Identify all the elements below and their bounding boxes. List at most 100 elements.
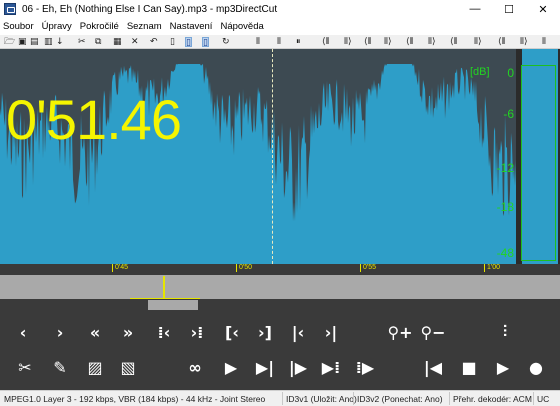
meter-scale-12: -12: [496, 161, 514, 175]
set-end-marker-button[interactable]: ›]: [254, 321, 276, 343]
delete-icon[interactable]: ✕: [131, 37, 139, 47]
marker-start-icon[interactable]: ⟨⦀: [406, 37, 413, 47]
menu-upravy[interactable]: Úpravy: [42, 21, 72, 32]
play-region-icon: ⁞▶: [355, 357, 375, 377]
marker-next-icon[interactable]: ⦀⟩: [384, 37, 391, 47]
forward-button[interactable]: »: [117, 321, 139, 343]
marker-extra-icon[interactable]: ⦀: [542, 37, 546, 47]
bracket-left-icon: [‹: [225, 322, 239, 342]
time-ruler: 0'45 0'50 0'55 1'00: [0, 264, 560, 275]
menu-soubor[interactable]: Soubor: [3, 21, 34, 32]
play-icon: ▶: [496, 357, 510, 377]
save-icon[interactable]: ▣: [18, 37, 27, 47]
waveform-view[interactable]: 0'51.46: [0, 49, 516, 264]
minimize-button[interactable]: —: [458, 0, 492, 18]
status-separator: [533, 392, 534, 405]
fade-out-button[interactable]: ▧: [117, 356, 139, 378]
edit-button[interactable]: ✎: [49, 356, 71, 378]
marker-end-icon[interactable]: ⦀⟩: [428, 37, 435, 47]
scroll-thumb[interactable]: [148, 300, 198, 310]
cue-icon[interactable]: ⦀: [256, 37, 260, 47]
rewind-button[interactable]: «: [84, 321, 106, 343]
marker-clear-icon[interactable]: ⦀⟩: [520, 37, 527, 47]
marker-prev-icon[interactable]: ⟨⦀: [364, 37, 371, 47]
bracket-right-icon: ›]: [258, 322, 272, 342]
fade-in-icon: ▨: [87, 357, 103, 377]
status-separator: [282, 392, 283, 405]
save-as-icon[interactable]: ▤: [30, 37, 39, 47]
ruler-label: 0'55: [363, 264, 377, 271]
menu-nastaveni[interactable]: Nastavení: [170, 21, 213, 32]
go-to-end-button[interactable]: ›|: [320, 321, 342, 343]
close-button[interactable]: ✕: [526, 0, 560, 18]
cut-button[interactable]: ✂: [14, 356, 36, 378]
play-selection-icon: ▶: [224, 357, 238, 377]
loop-button[interactable]: ∞: [184, 356, 206, 378]
play-end-button[interactable]: ▶⁞: [320, 356, 342, 378]
meter-scale-18: -18: [496, 200, 514, 214]
maximize-button[interactable]: ☐: [492, 0, 526, 18]
status-id3v1: ID3v1 (Uložit: Ano): [286, 394, 357, 404]
record-icon: ●: [529, 357, 543, 377]
ruler-label: 1'00: [487, 264, 501, 271]
undo-icon[interactable]: ↶: [150, 37, 158, 47]
pause-marker-icon[interactable]: ⏸: [296, 37, 301, 47]
status-bar: MPEG1.0 Layer 3 - 192 kbps, VBR (184 kbp…: [0, 390, 560, 406]
play-from-marker-button[interactable]: |▶: [287, 356, 309, 378]
status-separator: [353, 392, 354, 405]
meter-scale-0: 0: [507, 66, 514, 80]
split-icon[interactable]: ⦀: [277, 37, 281, 47]
play-from-marker-icon: |▶: [288, 357, 308, 377]
play-selection-button[interactable]: ▶: [220, 356, 242, 378]
rewind-to-start-button[interactable]: |◀: [422, 356, 444, 378]
go-to-selection-end-button[interactable]: ›⁞: [186, 321, 208, 343]
set-start-marker-button[interactable]: [‹: [221, 321, 243, 343]
level-bars-icon: ⫶: [502, 322, 507, 341]
marker-set-icon[interactable]: ⟨⦀: [498, 37, 505, 47]
ruler-label: 0'45: [115, 264, 129, 271]
go-to-selection-start-button[interactable]: ⁞‹: [153, 321, 175, 343]
save-selection-icon[interactable]: ▥: [44, 37, 53, 47]
overview-cursor[interactable]: [163, 276, 165, 298]
title-bar: 06 - Eh, Eh (Nothing Else I Can Say).mp3…: [0, 0, 560, 18]
page-start-icon[interactable]: ▯: [185, 37, 192, 48]
go-to-begin-button[interactable]: |‹: [287, 321, 309, 343]
ruler-label: 0'50: [239, 264, 253, 271]
page-icon[interactable]: ▯: [170, 37, 175, 47]
zoom-out-icon: ⚲−: [420, 322, 446, 342]
marker-left-icon[interactable]: ⟨⦀: [322, 37, 329, 47]
level-button[interactable]: ⫶: [494, 321, 516, 343]
import-icon[interactable]: ↓: [56, 37, 64, 47]
fade-in-button[interactable]: ▨: [84, 356, 106, 378]
status-format: MPEG1.0 Layer 3 - 192 kbps, VBR (184 kbp…: [4, 394, 266, 404]
paste-icon[interactable]: ▦: [113, 37, 122, 47]
stop-button[interactable]: ■: [458, 356, 480, 378]
play-region-button[interactable]: ⁞▶: [354, 356, 376, 378]
play-button[interactable]: ▶: [492, 356, 514, 378]
prev-frame-button[interactable]: ‹: [12, 321, 34, 343]
ruler-mark: [484, 264, 485, 272]
menu-seznam[interactable]: Seznam: [127, 21, 162, 32]
cut-tool-icon[interactable]: ✂: [78, 37, 86, 47]
refresh-icon[interactable]: ↻: [222, 37, 230, 47]
marker-right-icon[interactable]: ⦀⟩: [344, 37, 351, 47]
overview-selection[interactable]: [130, 275, 200, 299]
play-to-marker-button[interactable]: ▶|: [254, 356, 276, 378]
record-button[interactable]: ●: [525, 356, 547, 378]
chevron-left-icon: ‹: [19, 322, 27, 342]
zoom-in-button[interactable]: ⚲+: [387, 321, 412, 343]
copy-icon[interactable]: ⧉: [95, 37, 101, 47]
marker-jump-end-icon[interactable]: ⦀⟩: [474, 37, 481, 47]
meter-scale-6: -6: [503, 107, 514, 121]
ruler-mark: [236, 264, 237, 272]
pencil-icon: ✎: [53, 357, 67, 377]
open-folder-icon[interactable]: 🗁: [4, 37, 15, 47]
position-display: 0'51.46: [6, 88, 182, 151]
marker-jump-icon[interactable]: ⟨⦀: [450, 37, 457, 47]
zoom-out-button[interactable]: ⚲−: [420, 321, 446, 343]
menu-pokrocile[interactable]: Pokročilé: [80, 21, 119, 32]
next-frame-button[interactable]: ›: [49, 321, 71, 343]
overview-scrollbar[interactable]: [0, 275, 560, 299]
menu-napoveda[interactable]: Nápověda: [220, 21, 263, 32]
page-end-icon[interactable]: ▯: [202, 37, 209, 48]
